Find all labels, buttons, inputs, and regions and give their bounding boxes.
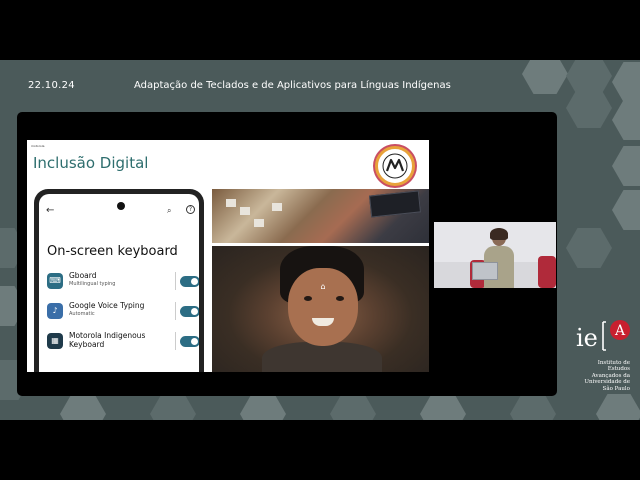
slide-label: motorola (31, 144, 45, 148)
decorative-hexagon (420, 394, 466, 420)
photo-detail (226, 199, 236, 207)
keyboard-name: Gboard (69, 271, 97, 280)
help-icon: ? (186, 205, 195, 214)
decorative-hexagon (612, 62, 640, 102)
keyboard-subtitle: Automatic (69, 311, 95, 317)
logo-badge: A (614, 323, 626, 339)
decorative-hexagon (596, 394, 640, 420)
iea-logo-icon: ie A (576, 320, 630, 352)
motorola-logo-icon (375, 146, 415, 186)
decorative-hexagon (566, 228, 612, 268)
keyboard-row-voice: ♪ Google Voice Typing Automatic (47, 300, 199, 326)
keyboard-row-indigenous: ▦ Motorola Indigenous Keyboard (47, 330, 199, 356)
photo-detail (490, 228, 508, 240)
session-date: 22.10.24 (28, 80, 75, 91)
photo-detail (538, 256, 556, 288)
phone-mockup: ← ⌕ ? On-screen keyboard ⌨ Gboard Multil… (34, 189, 204, 372)
keyboard-subtitle: Multilingual typing (69, 281, 116, 287)
gboard-toggle (180, 276, 199, 287)
divider (175, 332, 176, 350)
keyboard-icon: ▦ (47, 333, 63, 349)
keyboard-name: Motorola Indigenous Keyboard (69, 331, 146, 349)
photo-keyboard (368, 190, 422, 218)
decorative-hexagon (522, 60, 568, 94)
shared-screen-video[interactable]: motorola Inclusão Digital ← ⌕ ? On-scree… (17, 112, 557, 396)
photo-detail (336, 296, 344, 301)
letterbox-bottom (0, 420, 640, 480)
decorative-hexagon (612, 146, 640, 186)
decorative-hexagon (612, 100, 640, 140)
decorative-hexagon (566, 88, 612, 128)
decorative-hexagon (330, 394, 376, 420)
search-icon: ⌕ (167, 206, 172, 215)
speaker-video[interactable] (434, 222, 556, 288)
keyboard-row-gboard: ⌨ Gboard Multilingual typing (47, 270, 199, 296)
voice-typing-toggle (180, 306, 199, 317)
decorative-hexagon (510, 394, 556, 420)
laptop-icon (472, 262, 498, 280)
session-title: Adaptação de Teclados e de Aplicativos p… (134, 80, 451, 91)
indigenous-keyboard-toggle (180, 336, 199, 347)
keyboard-name: Google Voice Typing (69, 301, 145, 310)
slide-title: Inclusão Digital (33, 154, 149, 172)
indigenous-child-photo: ⌂ (212, 246, 429, 372)
phone-heading: On-screen keyboard (47, 244, 178, 259)
divider (175, 272, 176, 290)
phone-screen: ← ⌕ ? On-screen keyboard ⌨ Gboard Multil… (39, 194, 199, 372)
divider (175, 302, 176, 320)
logo-letters: ie (576, 324, 598, 352)
presentation-stage: 22.10.24 Adaptação de Teclados e de Apli… (0, 60, 640, 420)
decorative-hexagon (150, 394, 196, 420)
letterbox-top (0, 0, 640, 60)
unesco-icon: ⌂ (320, 282, 326, 291)
institute-line: São Paulo (602, 385, 630, 392)
back-arrow-icon: ← (46, 205, 55, 216)
photo-detail (304, 296, 312, 301)
photo-detail (288, 268, 358, 346)
institute-name: Instituto de Estudos Avançados da Univer… (568, 360, 630, 392)
decorative-hexagon (240, 394, 286, 420)
photo-detail (240, 207, 250, 215)
photo-detail (262, 342, 382, 372)
photo-detail (254, 219, 264, 227)
photo-detail (272, 203, 282, 211)
decorative-hexagon (612, 190, 640, 230)
decorative-hexagon (60, 394, 106, 420)
microphone-icon: ♪ (47, 303, 63, 319)
gboard-icon: ⌨ (47, 273, 63, 289)
workshop-photo (212, 189, 429, 243)
presentation-slide: motorola Inclusão Digital ← ⌕ ? On-scree… (27, 140, 429, 372)
camera-icon (117, 202, 125, 210)
